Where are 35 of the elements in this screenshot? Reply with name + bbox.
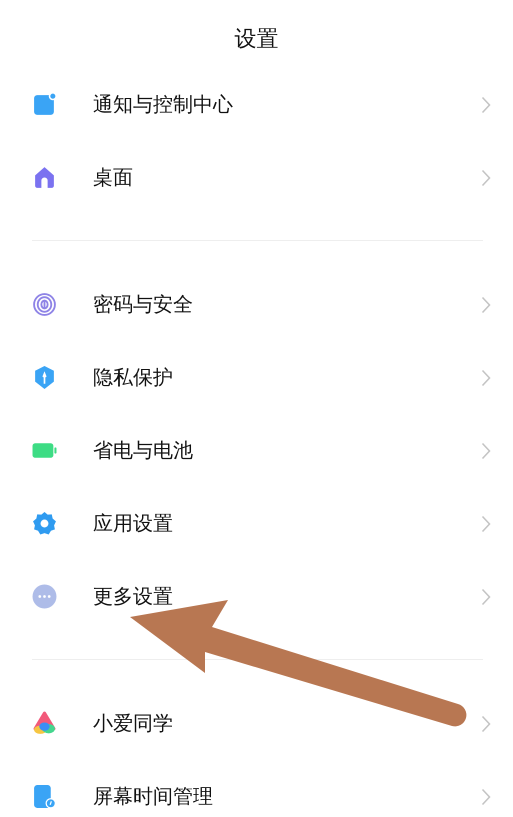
item-label: 省电与电池 (93, 437, 194, 464)
settings-item[interactable]: 省电与电池 (0, 414, 513, 487)
settings-item[interactable]: 屏幕时间管理 (0, 760, 513, 817)
chevron-icon (481, 714, 491, 732)
settings-item[interactable]: 应用设置 (0, 487, 513, 560)
item-label: 隐私保护 (93, 364, 174, 391)
item-label: 桌面 (93, 164, 134, 191)
page-title: 设置 (234, 26, 278, 54)
item-label: 更多设置 (93, 583, 174, 610)
chevron-icon (481, 788, 491, 806)
screen-time-icon (32, 784, 57, 809)
item-label: 屏幕时间管理 (93, 783, 214, 810)
settings-item[interactable]: 通知与控制中心 (0, 68, 513, 141)
item-label: 应用设置 (93, 510, 174, 537)
settings-item[interactable]: 桌面 (0, 141, 513, 214)
chevron-icon (481, 588, 491, 606)
item-label: 密码与安全 (93, 291, 194, 318)
notification-icon (32, 92, 57, 117)
item-label: 通知与控制中心 (93, 91, 234, 118)
fingerprint-icon (32, 292, 57, 317)
chevron-icon (481, 168, 491, 186)
chevron-icon (481, 442, 491, 460)
settings-icon (32, 511, 57, 536)
settings-item[interactable]: 隐私保护 (0, 341, 513, 414)
settings-item[interactable]: 密码与安全 (0, 268, 513, 341)
chevron-icon (481, 368, 491, 386)
chevron-icon (481, 514, 491, 532)
home-icon (32, 165, 57, 190)
chevron-icon (481, 96, 491, 114)
item-label: 小爱同学 (93, 710, 174, 737)
settings-item[interactable]: 更多设置 (0, 560, 513, 633)
more-icon (32, 584, 57, 609)
shield-icon (32, 365, 57, 390)
chevron-icon (481, 296, 491, 314)
assistant-icon (32, 711, 57, 736)
